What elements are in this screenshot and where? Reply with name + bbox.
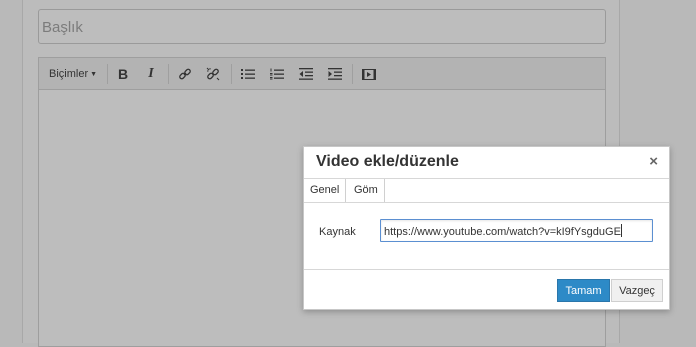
italic-icon: I [148, 66, 154, 81]
caret-down-icon: ▼ [90, 71, 98, 78]
dialog-title: Video ekle/düzenle [316, 153, 459, 170]
cancel-button[interactable]: Vazgeç [611, 279, 663, 302]
remove-link-button[interactable] [203, 64, 223, 84]
indent-icon [328, 68, 342, 80]
insert-link-button[interactable] [175, 64, 195, 84]
source-label: Kaynak [319, 226, 356, 238]
toolbar-divider [352, 64, 353, 84]
text-cursor [620, 224, 622, 237]
toolbar-divider [231, 64, 232, 84]
bold-button[interactable]: B [113, 64, 133, 84]
tab-genel[interactable]: Genel [304, 179, 347, 203]
ok-button[interactable]: Tamam [557, 279, 610, 302]
formats-label: Biçimler [49, 68, 89, 80]
outdent-icon [299, 68, 313, 80]
insert-video-button[interactable] [359, 64, 379, 84]
italic-button[interactable]: I [141, 64, 161, 84]
formats-dropdown[interactable]: Biçimler ▼ [49, 68, 97, 80]
video-dialog: Video ekle/düzenle × Genel Göm Kaynak ht… [303, 146, 670, 310]
bullet-list-icon [241, 69, 255, 79]
tabs-divider [304, 202, 669, 203]
page-backdrop: Başlık Biçimler ▼ B I Video ekle/düzenle… [0, 0, 696, 347]
title-input[interactable]: Başlık [38, 9, 606, 44]
bullet-list-button[interactable] [238, 64, 258, 84]
bold-icon: B [117, 66, 129, 82]
video-icon [362, 68, 376, 80]
editor-toolbar: Biçimler ▼ B I [39, 58, 605, 90]
outdent-button[interactable] [296, 64, 316, 84]
numbered-list-icon [270, 68, 284, 80]
close-icon[interactable]: × [649, 153, 658, 170]
source-input[interactable]: https://www.youtube.com/watch?v=kI9fYsgd… [380, 219, 653, 242]
toolbar-divider [168, 64, 169, 84]
toolbar-divider [107, 64, 108, 84]
dialog-tabs: Genel Göm [304, 179, 669, 203]
link-icon [179, 68, 191, 80]
dialog-footer-divider [304, 269, 669, 270]
indent-button[interactable] [325, 64, 345, 84]
unlink-icon [206, 67, 220, 81]
numbered-list-button[interactable] [267, 64, 287, 84]
source-value: https://www.youtube.com/watch?v=kI9fYsgd… [384, 226, 621, 238]
tab-gom[interactable]: Göm [348, 179, 385, 203]
